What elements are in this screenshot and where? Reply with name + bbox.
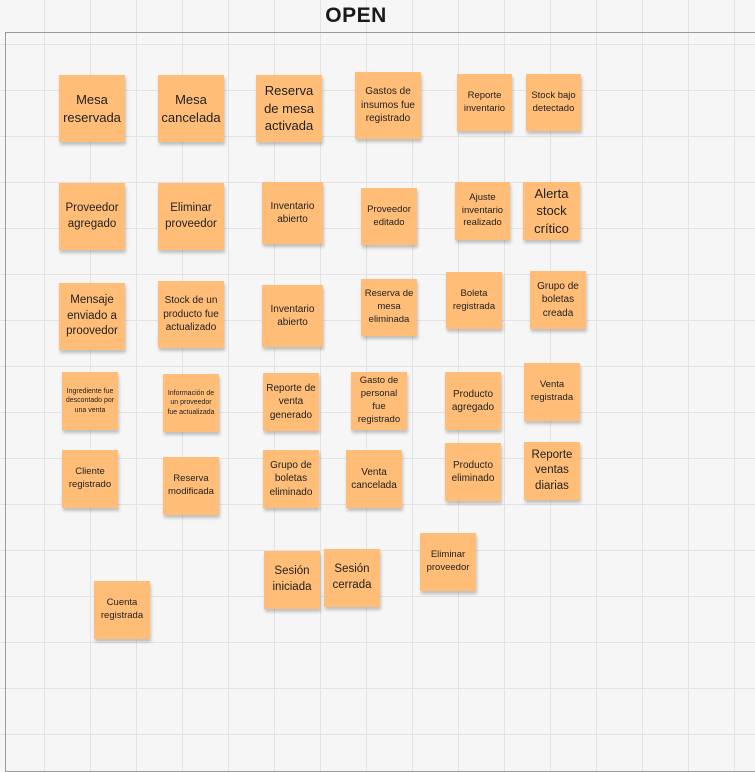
sticky-note[interactable]: Reporte de venta generado — [263, 373, 319, 431]
sticky-note-text: Grupo de boletas eliminado — [269, 459, 313, 498]
sticky-note-text: Reporte de venta generado — [266, 382, 316, 421]
sticky-note[interactable]: Reserva de mesa activada — [256, 75, 322, 142]
sticky-note-text: Alerta stock crítico — [534, 185, 569, 236]
sticky-note[interactable]: Reporte inventario — [457, 74, 512, 131]
sticky-note[interactable]: Proveedor agregado — [59, 183, 125, 250]
sticky-note-text: Ajuste inventario realizado — [461, 191, 504, 229]
sticky-note-text: Eliminar proveedor — [426, 549, 470, 573]
sticky-note[interactable]: Mesa reservada — [59, 75, 125, 142]
sticky-note-text: Reporte ventas diarias — [531, 448, 573, 492]
sticky-note[interactable]: Sesión cerrada — [324, 549, 380, 607]
sticky-note-text: Proveedor editado — [367, 203, 411, 228]
sticky-note[interactable]: Reserva de mesa eliminada — [361, 279, 417, 336]
sticky-note[interactable]: Cuenta registrada — [94, 581, 150, 639]
sticky-note-text: Ingrediente fue descontado por una venta — [65, 388, 115, 414]
sticky-note-text: Información de un proveedor fue actualiz… — [167, 390, 215, 416]
sticky-note[interactable]: Ajuste inventario realizado — [455, 182, 510, 240]
sticky-note[interactable]: Stock de un producto fue actualizado — [158, 281, 224, 348]
sticky-note[interactable]: Eliminar proveedor — [420, 533, 476, 591]
sticky-note-text: Producto eliminado — [451, 459, 495, 485]
sticky-note[interactable]: Inventario abierto — [262, 285, 323, 347]
sticky-note-text: Gastos de insumos fue registrado — [361, 86, 415, 125]
sticky-note-text: Mesa reservada — [63, 91, 121, 125]
sticky-note-text: Cuenta registrada — [100, 597, 144, 621]
sticky-note-text: Producto agregado — [451, 388, 495, 414]
sticky-note-text: Inventario abierto — [270, 303, 315, 329]
sticky-note[interactable]: Grupo de boletas eliminado — [263, 450, 319, 508]
sticky-note-text: Reserva de mesa eliminada — [364, 288, 414, 325]
sticky-note[interactable]: Alerta stock crítico — [523, 182, 580, 240]
sticky-note-text: Gasto de personal fue registrado — [357, 375, 401, 425]
sticky-note[interactable]: Eliminar proveedor — [158, 183, 224, 250]
sticky-note-text: Sesión iniciada — [272, 565, 312, 593]
sticky-note-text: Reserva modificada — [168, 473, 214, 497]
sticky-note[interactable]: Producto agregado — [445, 372, 501, 430]
sticky-note[interactable]: Ingrediente fue descontado por una venta — [62, 372, 118, 430]
sticky-note[interactable]: Mesa cancelada — [158, 75, 224, 142]
sticky-note[interactable]: Sesión iniciada — [264, 551, 320, 609]
sticky-note-text: Reporte inventario — [463, 89, 506, 114]
sticky-note-text: Mensaje enviado a proovedor — [66, 294, 118, 338]
sticky-note[interactable]: Reporte ventas diarias — [524, 442, 580, 500]
sticky-note-text: Boleta registrada — [452, 287, 496, 312]
board-title: OPEN — [325, 4, 387, 27]
sticky-note[interactable]: Gasto de personal fue registrado — [351, 372, 407, 430]
sticky-note[interactable]: Venta registrada — [524, 363, 580, 421]
sticky-note-text: Mesa cancelada — [161, 91, 221, 125]
sticky-note[interactable]: Proveedor editado — [361, 188, 417, 245]
sticky-note[interactable]: Cliente registrado — [62, 450, 118, 508]
sticky-note-text: Inventario abierto — [270, 200, 315, 226]
sticky-note-text: Eliminar proveedor — [165, 201, 217, 230]
sticky-note[interactable]: Información de un proveedor fue actualiz… — [163, 374, 219, 432]
sticky-note[interactable]: Stock bajo detectado — [526, 74, 581, 131]
sticky-note[interactable]: Boleta registrada — [446, 272, 502, 329]
sticky-note-text: Cliente registrado — [68, 466, 112, 490]
sticky-note[interactable]: Inventario abierto — [262, 182, 323, 244]
sticky-note-text: Sesión cerrada — [332, 563, 372, 591]
sticky-note-text: Venta registrada — [530, 379, 574, 403]
sticky-note-text: Stock bajo detectado — [531, 89, 576, 114]
sticky-note-text: Reserva de mesa activada — [264, 83, 314, 134]
sticky-note[interactable]: Mensaje enviado a proovedor — [59, 283, 125, 350]
sticky-note-text: Venta cancelada — [351, 466, 397, 492]
sticky-note[interactable]: Venta cancelada — [346, 450, 402, 508]
sticky-note[interactable]: Reserva modificada — [163, 457, 219, 515]
sticky-note-text: Stock de un producto fue actualizado — [163, 295, 219, 334]
sticky-note[interactable]: Grupo de boletas creada — [530, 271, 586, 329]
sticky-note-text: Proveedor agregado — [65, 201, 119, 230]
sticky-note-text: Grupo de boletas creada — [537, 280, 579, 319]
sticky-note[interactable]: Gastos de insumos fue registrado — [355, 72, 421, 139]
sticky-note[interactable]: Producto eliminado — [445, 443, 501, 501]
